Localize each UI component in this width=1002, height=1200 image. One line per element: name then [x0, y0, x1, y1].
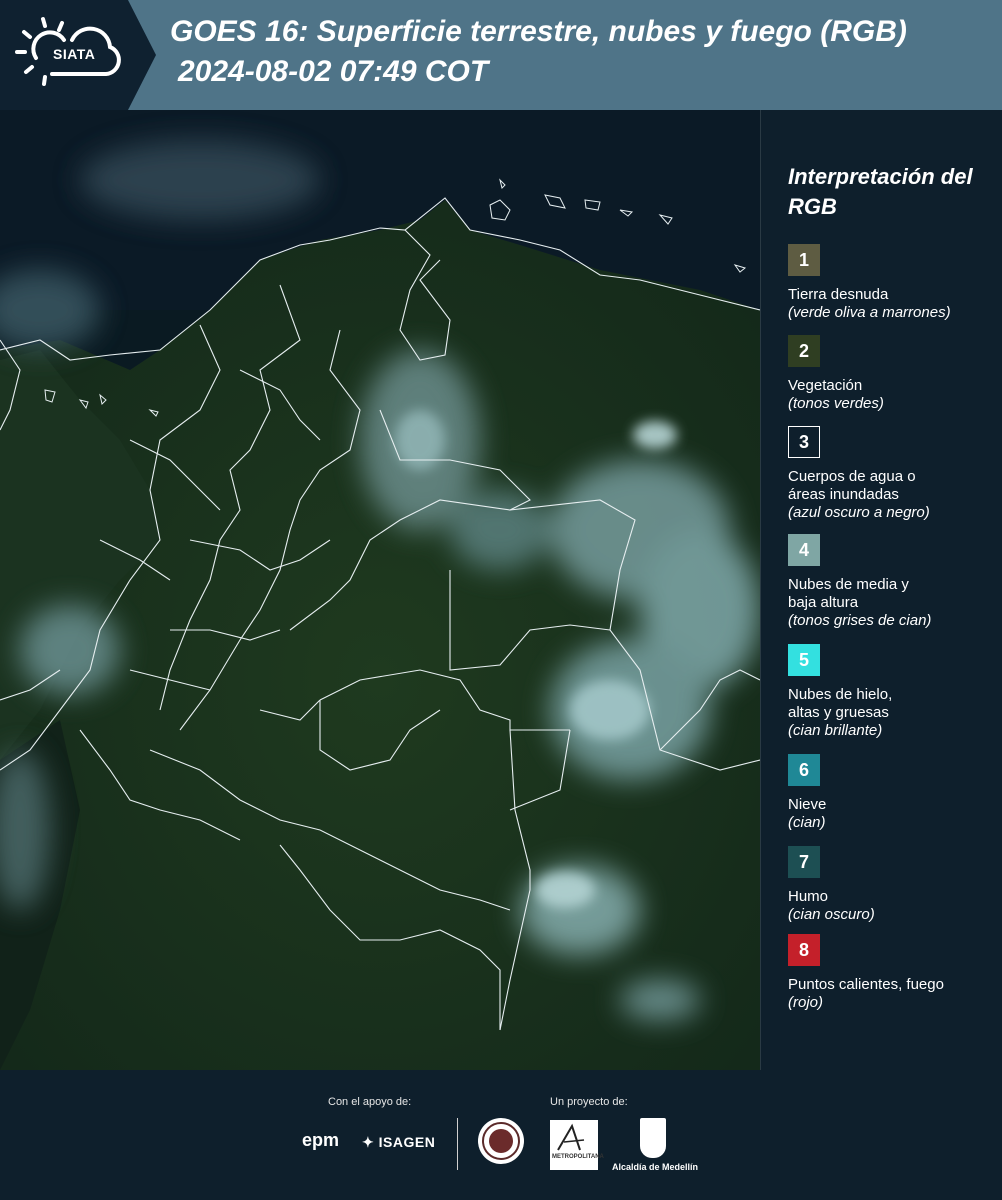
medellin-shield-icon[interactable]	[640, 1118, 666, 1158]
legend-sublabel: (verde oliva a marrones)	[788, 304, 951, 321]
isagen-icon: ✦	[362, 1134, 379, 1150]
medellin-logo-text: Alcaldía de Medellín	[612, 1162, 699, 1172]
legend-swatch: 4	[788, 534, 820, 566]
siata-logo[interactable]: SIATA	[0, 0, 128, 110]
page-datetime: 2024-08-02 07:49 COT	[178, 55, 489, 88]
support-label: Con el apoyo de:	[328, 1096, 412, 1108]
legend-item-6: 6 Nieve (cian)	[788, 754, 998, 832]
legend-item-8: 8 Puntos calientes, fuego (rojo)	[788, 934, 998, 1012]
legend-title: Interpretación del RGB	[788, 164, 973, 219]
legend-sublabel: (cian brillante)	[788, 722, 883, 739]
legend-item-2: 2 Vegetación (tonos verdes)	[788, 335, 998, 413]
legend-label: Humo	[788, 888, 829, 905]
legend-label: Nubes de media y baja altura	[788, 576, 909, 611]
legend-swatch: 5	[788, 644, 820, 676]
legend-swatch: 1	[788, 244, 820, 276]
seal-logo[interactable]	[478, 1118, 524, 1164]
logo-arrow	[128, 0, 156, 110]
legend-item-3: 3 Cuerpos de agua o áreas inundadas (azu…	[788, 426, 998, 522]
isagen-logo[interactable]: ✦ ISAGEN	[362, 1134, 435, 1151]
legend-sublabel: (azul oscuro a negro)	[788, 504, 930, 521]
legend-item-5: 5 Nubes de hielo, altas y gruesas (cian …	[788, 644, 998, 740]
satellite-map[interactable]	[0, 110, 761, 1070]
footer-divider	[457, 1118, 458, 1170]
project-label: Un proyecto de:	[550, 1096, 628, 1108]
legend-label: Puntos calientes, fuego	[788, 976, 944, 993]
legend-label: Vegetación	[788, 377, 863, 394]
legend-item-1: 1 Tierra desnuda (verde oliva a marrones…	[788, 244, 998, 322]
legend-sublabel: (rojo)	[788, 994, 824, 1011]
legend-sublabel: (cian oscuro)	[788, 906, 875, 923]
legend-sublabel: (cian)	[788, 814, 826, 831]
legend-label: Cuerpos de agua o áreas inundadas	[788, 468, 916, 503]
legend-sublabel: (tonos verdes)	[788, 395, 884, 412]
area-icon	[557, 1123, 585, 1151]
legend-panel: Interpretación del RGB 1 Tierra desnuda …	[770, 110, 1002, 1070]
epm-logo[interactable]: epm	[302, 1130, 339, 1151]
page-title: GOES 16: Superficie terrestre, nubes y f…	[170, 15, 907, 48]
legend-swatch: 7	[788, 846, 820, 878]
legend-sublabel: (tonos grises de cian)	[788, 612, 932, 629]
isagen-logo-text: ISAGEN	[378, 1134, 436, 1150]
legend-swatch: 6	[788, 754, 820, 786]
legend-item-4: 4 Nubes de media y baja altura (tonos gr…	[788, 534, 998, 630]
siata-logo-text: SIATA	[53, 46, 96, 62]
seal-icon	[482, 1122, 520, 1160]
map-canvas	[0, 110, 760, 1070]
area-metropolitana-text: METROPOLITANA	[552, 1154, 604, 1160]
area-metropolitana-logo[interactable]	[550, 1120, 598, 1170]
legend-swatch: 3	[788, 426, 820, 458]
legend-swatch: 8	[788, 934, 820, 966]
legend-item-7: 7 Humo (cian oscuro)	[788, 846, 998, 924]
legend-label: Nubes de hielo, altas y gruesas	[788, 686, 893, 721]
legend-swatch: 2	[788, 335, 820, 367]
header-bar: SIATA GOES 16: Superficie terrestre, nub…	[0, 0, 1002, 110]
legend-label: Nieve	[788, 796, 827, 813]
footer: Con el apoyo de: Un proyecto de: epm ✦ I…	[0, 1070, 1002, 1200]
legend-label: Tierra desnuda	[788, 286, 889, 303]
